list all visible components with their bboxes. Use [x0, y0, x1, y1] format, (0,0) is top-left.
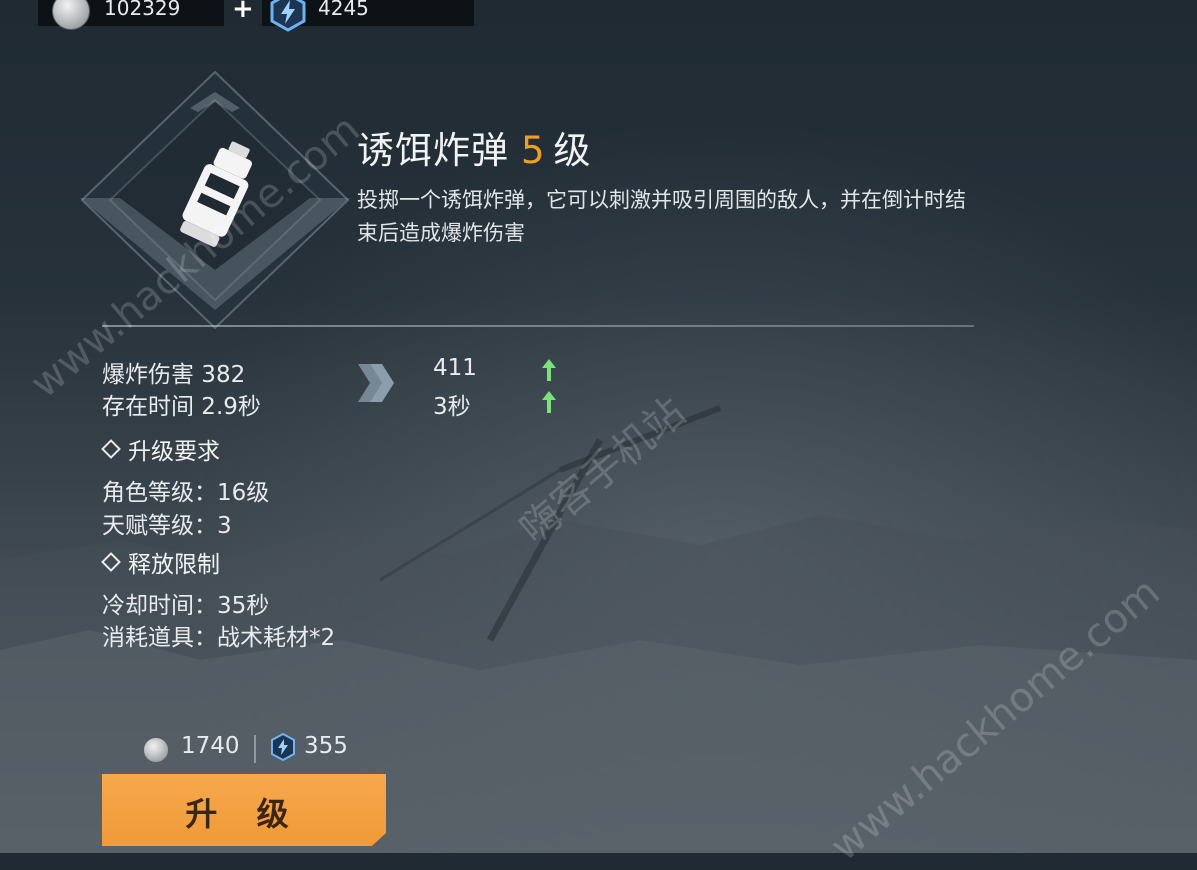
energy-amount: 4245 [318, 0, 369, 20]
skill-level-suffix: 级 [553, 129, 592, 172]
upgrade-requirements-header: 升级要求 [100, 432, 220, 466]
requirement-talent-level: 天赋等级：3 [102, 513, 232, 539]
add-currency-button[interactable]: + [232, 0, 254, 24]
stat-explosion-damage-next: 411 [433, 355, 477, 381]
coin-amount: 102329 [104, 0, 181, 20]
limit-cooldown: 冷却时间：35秒 [102, 593, 270, 619]
upgrade-button-label: 升 级 [185, 795, 303, 833]
upgrade-cost-coins: 1740 [181, 733, 240, 759]
double-chevron-right-icon [358, 364, 394, 402]
skill-level: 5 [521, 129, 546, 172]
release-limits-header: 释放限制 [100, 545, 220, 579]
upgrade-button[interactable]: 升 级 [102, 774, 386, 846]
stat-duration-next: 3秒 [433, 394, 471, 420]
energy-hexagon-icon [271, 733, 295, 761]
upgrade-requirements-title: 升级要求 [128, 439, 220, 465]
silver-coin-icon [143, 737, 169, 763]
diamond-bullet-icon [101, 552, 121, 572]
skill-name: 诱饵炸弹 [357, 129, 509, 172]
limit-consumable-item: 消耗道具：战术耗材*2 [102, 625, 336, 651]
stat-explosion-damage: 爆炸伤害 382 [102, 362, 246, 388]
up-arrow-icon [542, 359, 556, 381]
skill-title: 诱饵炸弹 5 级 [357, 120, 592, 174]
requirement-character-level: 角色等级：16级 [102, 480, 270, 506]
stat-duration: 存在时间 2.9秒 [102, 394, 261, 420]
up-arrow-icon [542, 391, 556, 413]
diamond-bullet-icon [101, 439, 121, 459]
release-limits-title: 释放限制 [128, 552, 220, 578]
divider [102, 325, 974, 327]
upgrade-cost-energy: 355 [304, 733, 348, 759]
skill-description: 投掷一个诱饵炸弹，它可以刺激并吸引周围的敌人，并在倒计时结束后造成爆炸伤害 [357, 188, 966, 245]
cost-separator [254, 735, 256, 763]
energy-hexagon-icon [270, 0, 306, 32]
